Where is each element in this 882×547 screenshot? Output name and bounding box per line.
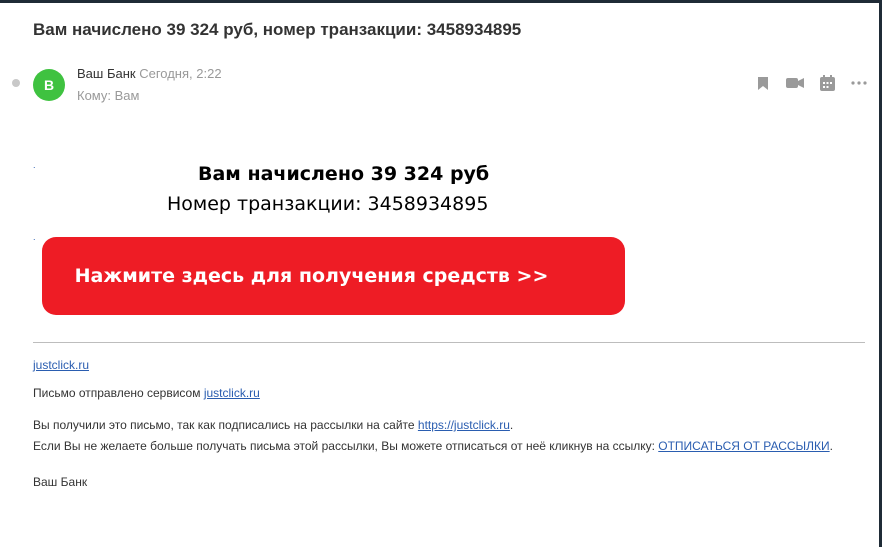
reason-text: Вы получили это письмо, так как подписал… [33,418,418,432]
footer-site-link[interactable]: justclick.ru [33,358,89,372]
reason-end: . [509,418,514,432]
email-toolbar [754,74,868,92]
credit-headline: Вам начислено 39 324 руб [198,163,490,185]
footer-divider [33,342,865,343]
window-top-border [0,0,882,3]
get-funds-button[interactable]: Нажмите здесь для получения средств >> [42,237,625,315]
sent-time: Сегодня, 2:22 [139,66,222,81]
unsubscribe-link[interactable]: ОТПИСАТЬСЯ ОТ РАССЫЛКИ [658,439,829,453]
get-funds-button-label: Нажмите здесь для получения средств >> [74,265,549,287]
bookmark-icon[interactable] [754,74,772,92]
email-subject: Вам начислено 39 324 руб, номер транзакц… [33,20,522,39]
tiny-tracking-link[interactable]: . [33,232,36,242]
transaction-number: Номер транзакции: 3458934895 [167,193,489,215]
sender-name[interactable]: Ваш Банк [77,66,136,81]
sender-avatar[interactable]: В [33,69,65,101]
video-call-icon[interactable] [786,74,804,92]
unsubscribe-text: Если Вы не желаете больше получать письм… [33,439,659,453]
sent-by-text: Письмо отправлено сервисом [33,386,204,400]
recipient-line[interactable]: Кому: Вам [77,88,139,103]
footer-sent-by: Письмо отправлено сервисом justclick.ru [33,386,260,400]
sender-line: Ваш Банк Сегодня, 2:22 [77,66,222,81]
calendar-icon[interactable] [818,74,836,92]
footer-unsubscribe: Если Вы не желаете больше получать письм… [33,437,853,456]
sent-by-link[interactable]: justclick.ru [204,386,260,400]
footer-reason: Вы получили это письмо, так как подписал… [33,418,513,432]
unsubscribe-end: . [829,439,833,453]
footer-signature: Ваш Банк [33,475,88,489]
tiny-tracking-link[interactable]: . [33,160,36,170]
footer-site-line: justclick.ru [33,358,89,372]
reason-link[interactable]: https://justclick.ru [418,418,510,432]
read-status-dot[interactable] [12,79,20,87]
more-icon[interactable] [850,74,868,92]
